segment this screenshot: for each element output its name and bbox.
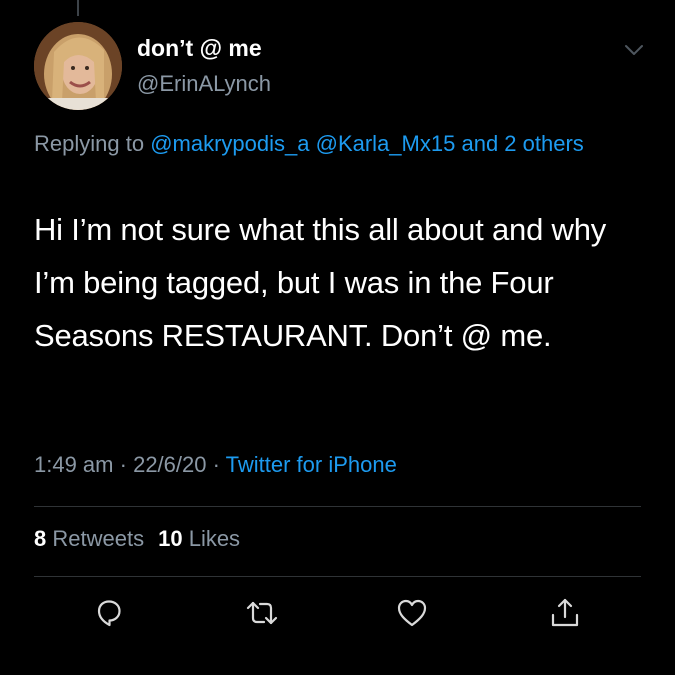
mention-link-2[interactable]: @Karla_Mx15 (316, 131, 456, 156)
thread-connector-line (77, 0, 79, 16)
meta-separator: · (119, 452, 127, 477)
like-icon[interactable] (395, 596, 429, 630)
avatar[interactable] (34, 22, 122, 110)
tweet-text: Hi I’m not sure what this all about and … (34, 212, 607, 353)
tweet-time[interactable]: 1:49 am (34, 452, 114, 477)
replying-to-line: Replying to @makrypodis_a @Karla_Mx15 an… (34, 126, 634, 162)
others-link[interactable]: and 2 others (461, 131, 583, 156)
retweet-icon[interactable] (245, 596, 279, 630)
share-icon[interactable] (548, 596, 582, 630)
tweet-source-link[interactable]: Twitter for iPhone (226, 452, 397, 477)
chevron-down-icon[interactable] (622, 40, 646, 60)
tweet-date[interactable]: 22/6/20 (133, 452, 206, 477)
retweets-count: 8 (34, 526, 47, 551)
likes-label: Likes (188, 526, 241, 551)
divider (34, 576, 641, 577)
likes-count: 10 (158, 526, 183, 551)
retweets-stat[interactable]: 8 Retweets (34, 526, 144, 551)
retweets-label: Retweets (52, 526, 145, 551)
mention-link-1[interactable]: @makrypodis_a (150, 131, 309, 156)
meta-separator: · (212, 452, 220, 477)
user-handle[interactable]: @ErinALynch (137, 71, 271, 97)
divider (34, 506, 641, 507)
likes-stat[interactable]: 10 Likes (158, 526, 240, 551)
avatar-photo (34, 22, 122, 110)
tweet-meta: 1:49 am · 22/6/20 · Twitter for iPhone (34, 452, 397, 478)
engagement-stats: 8 Retweets 10 Likes (34, 526, 254, 552)
display-name[interactable]: don’t @ me (137, 35, 262, 62)
reply-icon[interactable] (92, 596, 126, 630)
replying-to-prefix: Replying to (34, 131, 151, 156)
